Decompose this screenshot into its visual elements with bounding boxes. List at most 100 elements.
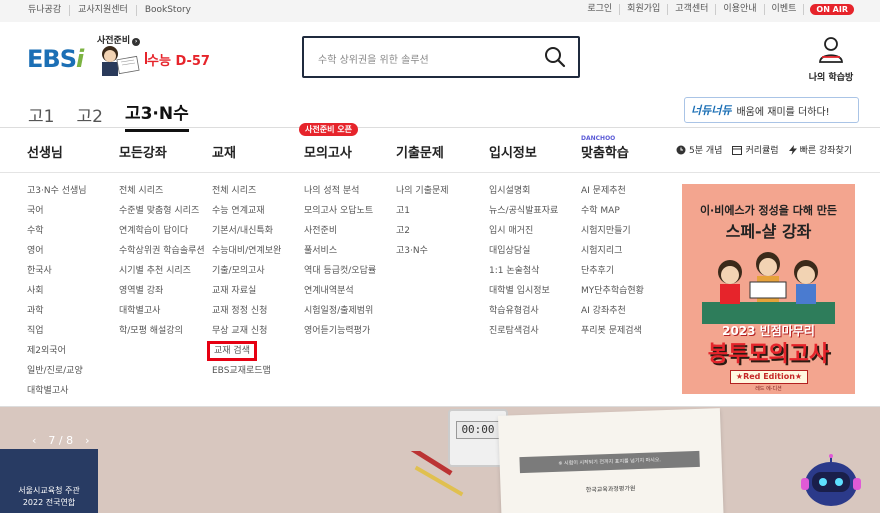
menu-item[interactable]: 입시설명회 (489, 186, 558, 206)
menu-item[interactable]: 1:1 논술첨삭 (489, 266, 558, 286)
menu-item[interactable]: 일반/진로/교양 (27, 366, 87, 386)
menu-item[interactable]: 진로탐색검사 (489, 326, 558, 346)
event-link[interactable]: 이벤트 (765, 4, 805, 15)
menu-item[interactable]: 풀서비스 (304, 246, 376, 266)
menu-item[interactable]: 연계내역분석 (304, 286, 376, 306)
mock-open-badge: 사전준비 오픈 (299, 123, 358, 136)
nav-mock-exam[interactable]: 모의고사 (304, 142, 352, 161)
menu-item[interactable]: 직업 (27, 326, 87, 346)
quick-5min[interactable]: 5분 개념 (676, 143, 722, 156)
menu-item[interactable]: AI 문제추천 (581, 186, 644, 206)
customer-center-link[interactable]: 고객센터 (668, 4, 717, 15)
menu-item[interactable]: 학습유형검사 (489, 306, 558, 326)
quick-curriculum-label: 커리큘럼 (745, 146, 779, 156)
quick-find-course[interactable]: 빠른 강좌찾기 (788, 143, 852, 156)
chevron-right-icon[interactable]: › (85, 434, 89, 447)
top-right-links: 로그인 회원가입 고객센터 이용안내 이벤트 ON AIR (580, 4, 854, 15)
login-link[interactable]: 로그인 (580, 4, 621, 15)
signup-link[interactable]: 회원가입 (620, 4, 669, 15)
menu-item[interactable]: 대학별고사 (27, 386, 87, 406)
menu-item[interactable]: EBS교재로드맵 (212, 366, 281, 386)
menu-item[interactable]: 푸리봇 문제검색 (581, 326, 644, 346)
menu-item[interactable]: 역대 등급컷/오답률 (304, 266, 376, 286)
onair-button[interactable]: ON AIR (810, 4, 854, 15)
menu-item[interactable]: 뉴스/공식발표자료 (489, 206, 558, 226)
menu-item[interactable]: 교재 정정 신청 (212, 306, 281, 326)
menu-item[interactable]: 전체 시리즈 (212, 186, 281, 206)
dday-counter: 수능 D-57 (147, 50, 210, 69)
menu-item[interactable]: 과학 (27, 306, 87, 326)
nav-admission-info[interactable]: 입시정보 (489, 142, 537, 161)
menu-item[interactable]: AI 강좌추천 (581, 306, 644, 326)
menu-item[interactable]: MY단추학습현황 (581, 286, 644, 306)
menu-item[interactable]: 한국사 (27, 266, 87, 286)
search-box[interactable]: 수학 상위권을 위한 솔루션 (302, 36, 580, 78)
search-input[interactable]: 수학 상위권을 위한 솔루션 (318, 51, 429, 66)
menu-item[interactable]: 모의고사 오답노트 (304, 206, 376, 226)
menu-col-admission: 입시설명회 뉴스/공식발표자료 입시 매거진 대입상담실 1:1 논술첨삭 대학… (489, 186, 558, 346)
chevron-left-icon[interactable]: ‹ (32, 434, 36, 447)
pen-icon (398, 451, 464, 497)
menu-item[interactable]: 영어 (27, 246, 87, 266)
menu-item[interactable]: 고2 (396, 226, 449, 246)
my-study-button[interactable]: 나의 학습방 (806, 36, 856, 83)
menu-item[interactable]: 제2외국어 (27, 346, 87, 366)
menu-item[interactable]: 시기별 추천 시리즈 (119, 266, 205, 286)
search-icon[interactable] (544, 46, 566, 68)
menu-item[interactable]: 국어 (27, 206, 87, 226)
menu-item[interactable]: 사전준비 (304, 226, 376, 246)
menu-item[interactable]: 고3·N수 (396, 246, 449, 266)
menu-item[interactable]: 단추후기 (581, 266, 644, 286)
exam-paper: ※ 시험이 시작되기 전까지 표지를 넘기지 마시오. 한국교육과정평가원 (497, 408, 725, 513)
menu-item[interactable]: 기출/모의고사 (212, 266, 281, 286)
chatbot-robot-icon[interactable] (798, 454, 864, 513)
nav-books[interactable]: 교재 (212, 142, 236, 161)
menu-item[interactable]: 사회 (27, 286, 87, 306)
menu-item-book-search[interactable]: 교재 검색 (207, 341, 281, 366)
carousel-counter: 7 / 8 (48, 434, 74, 447)
nav-custom-learning[interactable]: 맞춤학습 (581, 142, 629, 161)
menu-item[interactable]: 영역별 강좌 (119, 286, 205, 306)
menu-item[interactable]: 수준별 맞춤형 시리즈 (119, 206, 205, 226)
menu-item[interactable]: 수능 연계교재 (212, 206, 281, 226)
ebsi-logo[interactable]: EBSi (27, 45, 84, 73)
menu-item[interactable]: 기본서/내신특화 (212, 226, 281, 246)
menu-item[interactable]: 입시 매거진 (489, 226, 558, 246)
menu-item[interactable]: 고1 (396, 206, 449, 226)
menu-item[interactable]: 대학별고사 (119, 306, 205, 326)
link-teacher-center[interactable]: 교사지원센터 (70, 5, 137, 16)
carousel-pager: ‹ 7 / 8 › (32, 434, 90, 447)
nav-all-courses[interactable]: 모든강좌 (119, 142, 167, 161)
exam-info-box[interactable]: 서울시교육청 주관 2022 전국연합 (0, 449, 98, 513)
menu-item[interactable]: 영어듣기능력평가 (304, 326, 376, 346)
menu-item[interactable]: 수학 (27, 226, 87, 246)
nedu-banner[interactable]: 너듀너듀 배움에 재미를 더하다! (684, 97, 859, 123)
nav-past-exams[interactable]: 기출문제 (396, 142, 444, 161)
menu-item[interactable]: 전체 시리즈 (119, 186, 205, 206)
menu-item[interactable]: 수학상위권 학습솔루션 (119, 246, 205, 266)
danchoo-logo: DANCHOO (581, 135, 616, 142)
menu-item[interactable]: 대입상담실 (489, 246, 558, 266)
promo-banner[interactable]: 이·비에스가 정성을 다해 만든 스페-샬 강좌 2023 빈점마무리 봉투모의… (682, 184, 855, 394)
menu-item[interactable]: 무상 교재 신청 (212, 326, 281, 346)
hero-carousel: ‹ 7 / 8 › 서울시교육청 주관 2022 전국연합 00:00 ※ 시험… (0, 407, 880, 513)
menu-item[interactable]: 시험지리그 (581, 246, 644, 266)
menu-item[interactable]: 수학 MAP (581, 206, 644, 226)
menu-item[interactable]: 교재 자료실 (212, 286, 281, 306)
link-bookstory[interactable]: BookStory (137, 5, 199, 16)
nedu-logo: 너듀너듀 (691, 104, 732, 117)
book-search-link[interactable]: 교재 검색 (207, 341, 257, 361)
menu-item[interactable]: 수능대비/연계보완 (212, 246, 281, 266)
menu-item[interactable]: 학/모평 해설강의 (119, 326, 205, 346)
menu-item[interactable]: 고3·N수 선생님 (27, 186, 87, 206)
menu-item[interactable]: 연계학습이 답이다 (119, 226, 205, 246)
nav-teachers[interactable]: 선생님 (27, 142, 63, 161)
quick-curriculum[interactable]: 커리큘럼 (732, 143, 779, 156)
menu-item[interactable]: 대학별 입시정보 (489, 286, 558, 306)
menu-item[interactable]: 나의 성적 분석 (304, 186, 376, 206)
menu-item[interactable]: 시험일정/출제범위 (304, 306, 376, 326)
guide-link[interactable]: 이용안내 (716, 4, 765, 15)
link-duna[interactable]: 듀나공감 (28, 5, 71, 16)
menu-item[interactable]: 시험지만들기 (581, 226, 644, 246)
menu-item[interactable]: 나의 기출문제 (396, 186, 449, 206)
